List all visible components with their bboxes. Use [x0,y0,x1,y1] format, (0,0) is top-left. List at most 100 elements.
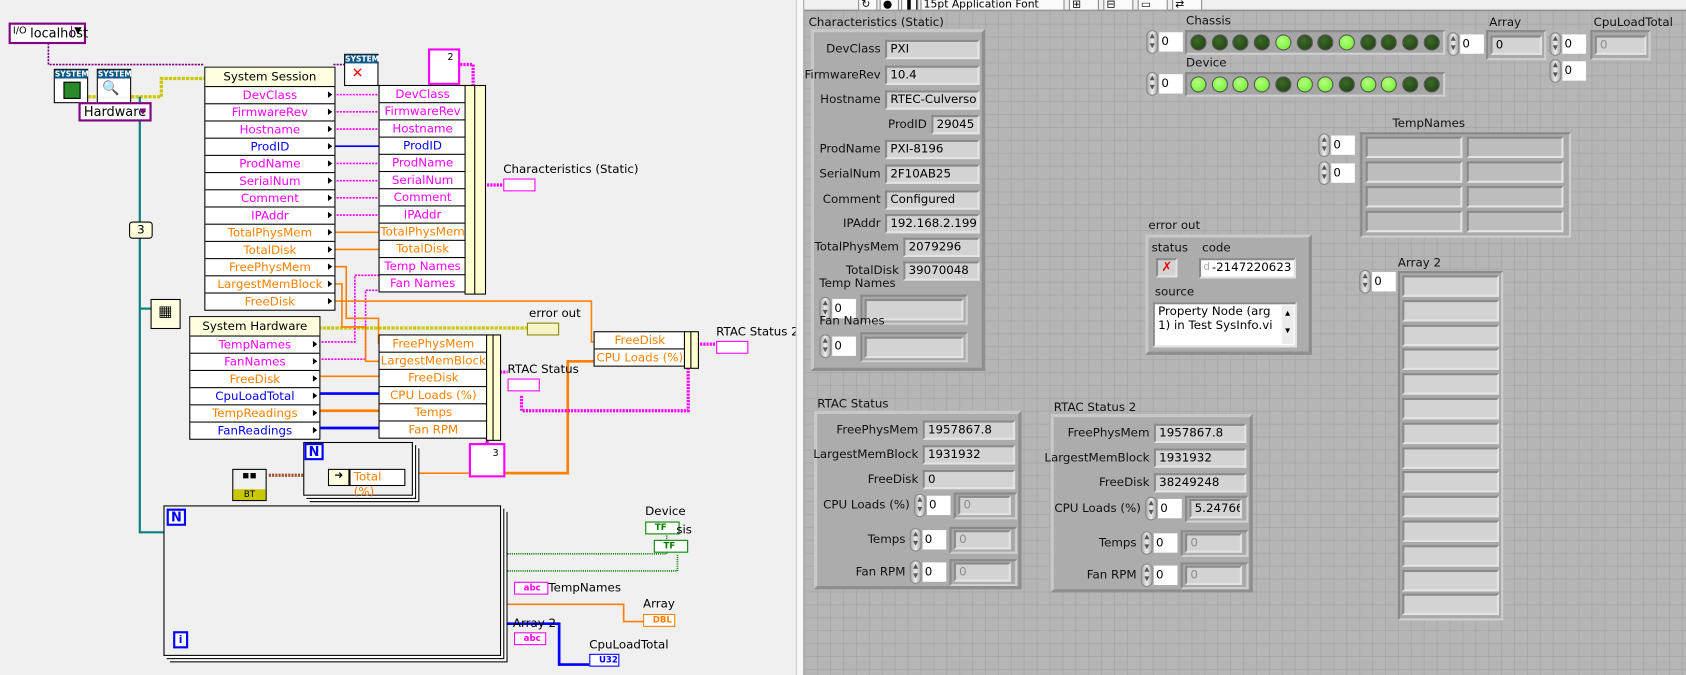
led-off-icon[interactable] [1423,76,1440,93]
run-continuous-button[interactable]: ↻ [858,0,878,11]
bundle-by-name-node[interactable]: FreeDisk CPU Loads (%) [593,331,687,367]
bundle-constant-icon-3[interactable]: 3 [468,443,506,478]
distribute-button[interactable]: ⊟ [1103,0,1134,11]
node-item[interactable]: SerialNum [379,172,466,190]
index-spinner-icon[interactable]: ▲ ▼ [909,527,922,552]
index-spinner-icon[interactable]: ▲ ▼ [1318,161,1331,185]
align-button[interactable]: ⊞ [1068,0,1099,11]
led-off-icon[interactable] [1275,76,1292,93]
loop-count-constant[interactable]: 3 [129,221,153,239]
hardware-for-loop[interactable]: N i [163,505,502,656]
led-off-icon[interactable] [1423,34,1440,51]
host-constant[interactable]: I/O localhost ▼ [8,22,88,45]
index-spinner-icon[interactable]: ▲ ▼ [1359,269,1372,294]
node-item[interactable]: Fan Names [380,275,466,291]
dropdown-icon[interactable]: ▼ [71,25,82,37]
node-item[interactable]: Temps [379,404,488,422]
index-display[interactable]: 0 [1562,61,1587,81]
cpu-bt-icon[interactable]: ▪▪ BT [232,468,267,502]
property-node[interactable]: System Hardware TempNames FanNames FreeDisk… [189,316,321,440]
index-display[interactable]: 0 [1159,74,1183,94]
index-display[interactable]: 0 [1331,163,1355,183]
led-on-icon[interactable] [1211,76,1228,93]
node-item[interactable]: FreeDisk [205,294,334,310]
index-display[interactable]: 0 [922,530,947,550]
node-item[interactable]: TotalPhysMem [205,225,335,242]
error-out-terminal[interactable] [526,322,560,336]
led-off-icon[interactable] [1296,34,1313,51]
led-off-icon[interactable] [1253,34,1271,51]
index-spinner-icon[interactable]: ▲ ▼ [914,493,926,518]
index-spinner-icon[interactable]: ▲ ▼ [1145,496,1158,521]
rtac-status-terminal[interactable] [507,378,540,392]
index-display[interactable]: 0 [1153,533,1178,553]
led-on-icon[interactable] [1275,34,1292,51]
node-item[interactable]: TempReadings [190,405,320,423]
node-item[interactable]: DevClass [205,87,335,105]
index-display[interactable]: 0 [1158,498,1182,519]
node-item[interactable]: Fan RPM [380,422,488,438]
open-session-icon[interactable]: SYSTEM [53,68,89,104]
node-item[interactable]: FreePhysMem [379,335,488,353]
node-item[interactable]: Comment [379,189,466,207]
index-display[interactable]: 0 [1460,34,1484,54]
node-item[interactable]: ProdName [205,156,335,174]
bundle-by-name-node[interactable]: DevClass FirmwareRev Hostname ProdID ProdNam… [378,84,467,293]
led-off-icon[interactable] [1232,34,1249,51]
node-item[interactable]: FreePhysMem [205,259,335,277]
node-item[interactable]: FirmwareRev [379,103,466,121]
rtac-status2-terminal[interactable] [716,340,749,354]
node-item[interactable]: FreeDisk [594,332,685,350]
node-item[interactable]: ProdName [379,155,466,173]
node-item[interactable]: IPAddr [205,208,335,225]
node-item[interactable]: TotalDisk [379,241,466,259]
node-item[interactable]: LargestMemBlock [379,353,488,370]
index-display[interactable]: 0 [1562,34,1587,54]
node-item[interactable]: CpuLoadTotal [190,388,320,406]
index-spinner-icon[interactable]: ▲ ▼ [1549,32,1562,56]
index-spinner-icon[interactable]: ▲ ▼ [1146,30,1159,54]
device-terminal[interactable]: TF [645,521,680,535]
led-off-icon[interactable] [1402,76,1419,93]
led-on-icon[interactable] [1253,76,1271,93]
abort-button[interactable]: ● [879,0,899,11]
led-off-icon[interactable] [1359,34,1376,51]
led-on-icon[interactable] [1317,76,1334,93]
resize-button[interactable]: ▭ [1137,0,1168,11]
reorder-button[interactable]: ⇄ [1172,0,1203,11]
node-item[interactable]: Hostname [205,122,335,139]
led-on-icon[interactable] [1359,76,1376,93]
cpu-for-loop[interactable]: N ➜ Total (%) [303,441,413,499]
tempnames-terminal[interactable]: abc [513,581,549,595]
index-spinner-icon[interactable]: ▲ ▼ [1318,133,1331,157]
close-session-icon[interactable]: SYSTEM ✕ [344,53,379,87]
index-display[interactable]: 0 [1372,272,1396,292]
property-node[interactable]: System Session DevClass FirmwareRev Hostnam… [204,66,336,311]
index-display[interactable]: 0 [926,495,951,516]
node-item[interactable]: LargestMemBlock [205,276,335,294]
node-item[interactable]: Hostname [379,120,466,138]
node-item[interactable]: FreeDisk [379,370,488,388]
led-off-icon[interactable] [1402,34,1419,51]
led-off-icon[interactable] [1211,34,1228,51]
array-terminal[interactable]: DBL [643,613,676,627]
pause-button[interactable]: ❚❚ [901,0,919,11]
node-item[interactable]: FanReadings [190,423,319,439]
index-display[interactable]: 0 [1159,32,1183,52]
source-scrollbar[interactable]: ▲ ▼ [1281,305,1294,345]
node-item[interactable]: ProdID [379,138,466,155]
index-spinner-icon[interactable]: ▲ ▼ [1140,563,1153,588]
node-item[interactable]: CPU Loads (%) [379,387,488,405]
cpuloadtotal-terminal[interactable]: U32 [589,653,620,667]
led-on-icon[interactable] [1296,76,1313,93]
index-spinner-icon[interactable]: ▲ ▼ [1447,32,1460,56]
led-on-icon[interactable] [1338,34,1355,51]
index-display[interactable]: 0 [922,562,947,582]
index-display[interactable]: 0 [832,336,856,356]
node-item[interactable]: Temp Names [379,258,466,276]
led-off-icon[interactable] [1190,34,1207,51]
index-display[interactable]: 0 [1153,565,1178,585]
index-spinner-icon[interactable]: ▲ ▼ [909,560,922,584]
array-subset-icon[interactable]: ▦ [150,298,181,330]
total-percent-node[interactable]: Total (%) [349,468,406,499]
